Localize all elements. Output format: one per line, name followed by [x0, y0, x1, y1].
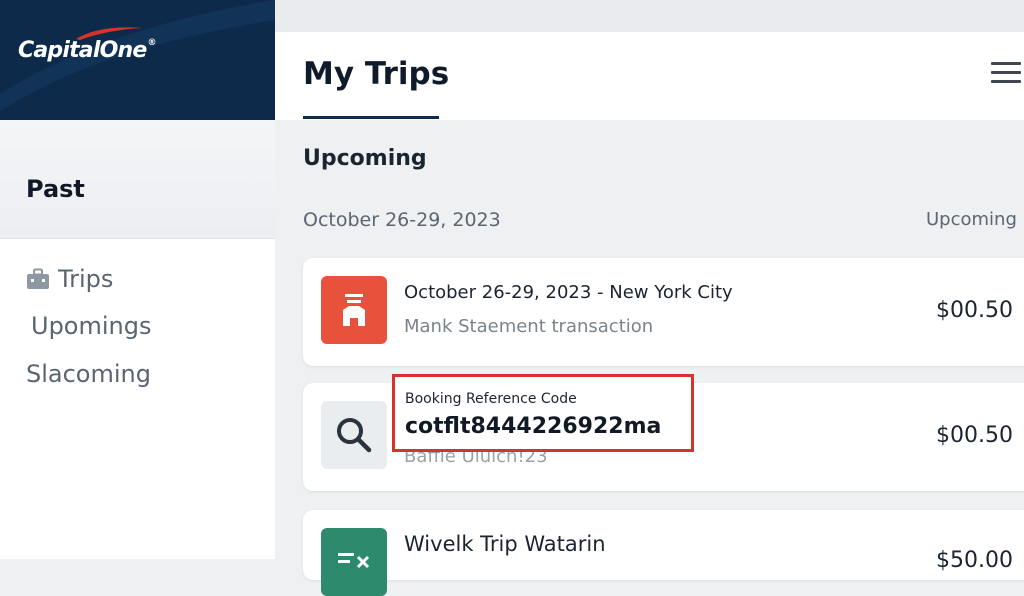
search-glyph [337, 418, 372, 453]
brand-header: CapitalOne® [0, 0, 275, 120]
receipt-icon [321, 528, 387, 596]
booking-reference-label: Booking Reference Code [405, 391, 577, 407]
logo-registered: ® [147, 38, 156, 48]
sidebar-item-label: Trips [58, 265, 114, 293]
logo-text-2: One [99, 38, 148, 63]
briefcase-icon [27, 268, 49, 289]
booking-reference-highlight: Booking Reference Code cotflt8444226922m… [392, 374, 694, 452]
hotel-icon [321, 276, 387, 344]
upcoming-tag: Upcoming [926, 209, 1017, 230]
trip-title: October 26-29, 2023 - New York City [404, 282, 733, 303]
trip-subtitle: Mank Staement transaction [404, 316, 654, 337]
sidebar-item-trips[interactable]: Trips [26, 265, 113, 293]
section-heading-upcoming: Upcoming [303, 146, 427, 171]
sidebar-item-slacoming[interactable]: Slacoming [26, 360, 151, 388]
receipt-glyph [338, 553, 370, 569]
trip-price: $00.50 [936, 423, 1013, 448]
trip-title: Wivelk Trip Watarin [404, 532, 606, 556]
sidebar-section-past[interactable]: Past [26, 175, 85, 203]
trip-price: $00.50 [936, 298, 1013, 323]
capital-one-logo[interactable]: CapitalOne® [18, 27, 157, 63]
logo-text: Capital [18, 38, 100, 63]
date-range: October 26-29, 2023 [303, 209, 501, 231]
logo-swoosh-icon [76, 27, 142, 40]
trip-card[interactable]: Wivelk Trip Watarin $50.00 [303, 510, 1024, 596]
hotel-glyph [343, 294, 365, 326]
trip-price: $50.00 [936, 548, 1013, 573]
sidebar: Past Trips Upomings Slacoming [0, 120, 275, 559]
booking-reference-code: cotflt8444226922ma [405, 414, 662, 439]
trip-card[interactable]: October 26-29, 2023 - New York City Mank… [303, 258, 1024, 366]
page-header: My Trips [275, 32, 1024, 120]
search-icon[interactable] [321, 401, 387, 469]
sidebar-item-upomings[interactable]: Upomings [31, 312, 151, 340]
title-tab-indicator [303, 116, 439, 119]
top-strip [275, 0, 1024, 32]
past-panel: Past [0, 120, 275, 239]
hamburger-menu-icon[interactable] [991, 62, 1021, 88]
page-title: My Trips [303, 56, 450, 92]
